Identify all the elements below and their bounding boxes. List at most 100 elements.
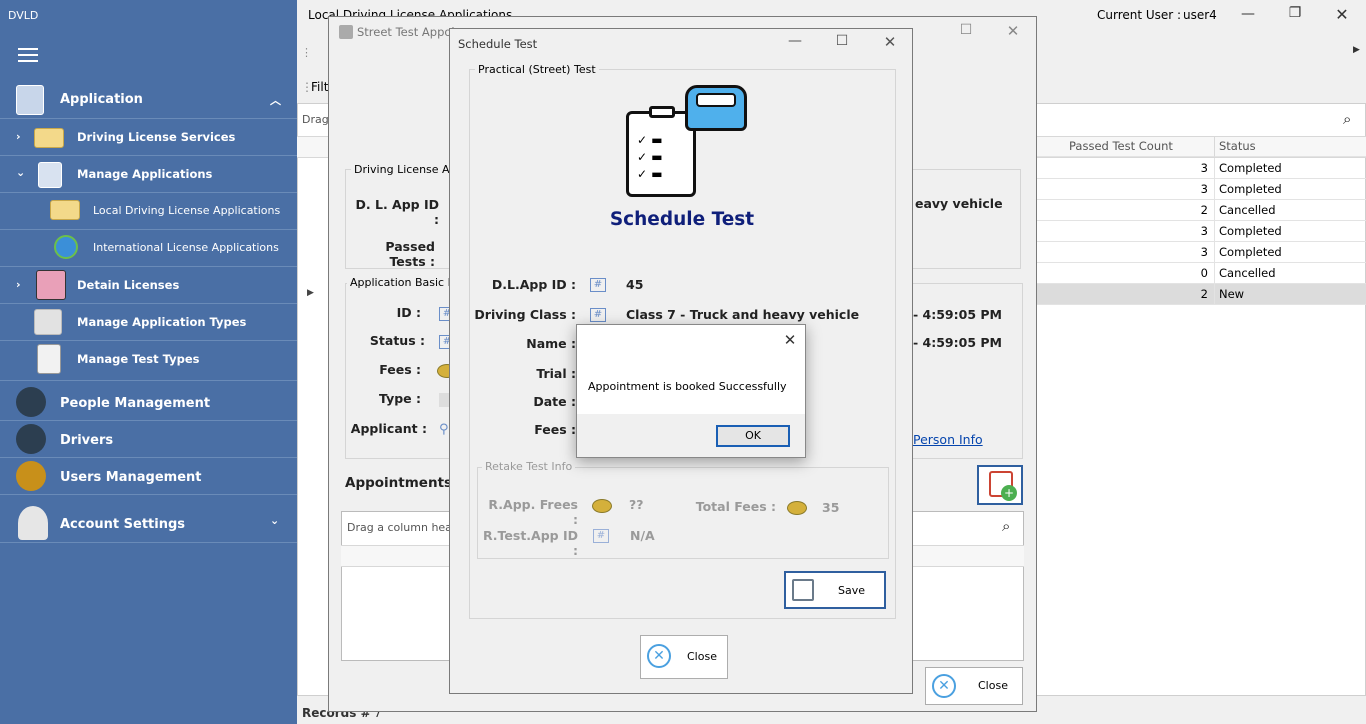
sidebar-section-account-settings[interactable]: Account Settings ⌄ (0, 504, 297, 542)
sidebar-section-people-management[interactable]: People Management (0, 385, 297, 419)
id-icon: # (590, 278, 606, 292)
sidebar-section-drivers[interactable]: Drivers (0, 422, 297, 456)
message-text: Appointment is booked Successfully (588, 380, 787, 393)
account-settings-icon (18, 506, 48, 540)
group-label: Retake Test Info (482, 460, 576, 473)
sidebar-item-manage-applications[interactable]: ⌄ Manage Applications (0, 157, 297, 192)
chevron-up-icon: ︿ (270, 94, 281, 107)
status-label: Status : (369, 333, 425, 348)
chevron-right-icon: › (16, 278, 21, 291)
sidebar-item-label: Manage Application Types (77, 315, 247, 329)
class-icon: # (590, 308, 606, 322)
sidebar-item-manage-application-types[interactable]: Manage Application Types (0, 305, 297, 340)
sidebar-item-detain-licenses[interactable]: › Detain Licenses (0, 268, 297, 303)
ok-button[interactable]: OK (716, 425, 790, 447)
sidebar-section-label: Application (60, 92, 143, 107)
plus-icon: + (1001, 485, 1017, 501)
window-icon (339, 25, 353, 39)
applications-icon (38, 162, 62, 188)
close-circle-icon: ✕ (647, 644, 671, 668)
close-button[interactable]: ✕ (778, 331, 802, 349)
table-cell-status[interactable]: Completed (1215, 158, 1366, 179)
scroll-right-icon[interactable]: ▶ (1353, 45, 1360, 55)
sidebar-section-application[interactable]: Application ︿ (0, 83, 297, 116)
test-checklist-icon (37, 344, 61, 374)
column-header-passed-test-count[interactable]: Passed Test Count (1037, 136, 1215, 157)
table-cell-passed-test-count[interactable]: 3 (1037, 221, 1215, 242)
table-cell-passed-test-count[interactable]: 3 (1037, 158, 1215, 179)
person-info-link[interactable]: Person Info (913, 432, 983, 447)
total-fees-value: 35 (822, 500, 840, 515)
app-title: DVLD (8, 9, 39, 22)
window-title: Street Test Appoi (357, 25, 455, 39)
table-cell-passed-test-count[interactable]: 0 (1037, 263, 1215, 284)
documents-icon (34, 309, 62, 335)
search-icon[interactable]: ⌕ (1002, 517, 1010, 535)
sidebar-section-label: Users Management (60, 470, 202, 485)
sidebar-section-label: Account Settings (60, 517, 186, 532)
close-button[interactable]: ✕ (1330, 5, 1354, 24)
current-user-value: user4 (1183, 8, 1217, 22)
table-cell-status[interactable]: Completed (1215, 221, 1366, 242)
divider (0, 340, 297, 341)
drivers-icon (16, 424, 46, 454)
money-icon (592, 499, 612, 513)
date-value-2: - 4:59:05 PM (913, 335, 1002, 350)
sidebar-item-local-driving-license-applications[interactable]: Local Driving License Applications (0, 194, 297, 229)
divider (0, 155, 297, 156)
minimize-button[interactable]: — (783, 33, 807, 49)
add-appointment-button[interactable]: + (977, 465, 1023, 505)
table-cell-passed-test-count[interactable]: 2 (1037, 284, 1215, 305)
restore-button[interactable]: ❐ (1283, 5, 1307, 21)
trial-label: Trial : (536, 366, 576, 381)
column-header-status[interactable]: Status (1215, 136, 1366, 157)
sidebar-item-international-license-applications[interactable]: International License Applications (0, 231, 297, 266)
divider (0, 380, 297, 381)
toolbar-grip-icon: ⋮ (301, 46, 312, 59)
message-box: ✕ Appointment is booked Successfully OK (576, 324, 806, 458)
table-cell-status[interactable]: Cancelled (1215, 263, 1366, 284)
users-icon (16, 461, 46, 491)
retake-test-app-id-label: R.Test.App ID : (482, 528, 578, 558)
button-label: Save (838, 584, 866, 597)
driving-class-value: Class 7 - Truck and heavy vehicle (626, 307, 860, 322)
close-button[interactable]: ✕ (878, 33, 902, 51)
table-cell-status[interactable]: New (1215, 284, 1366, 305)
close-window-button[interactable]: ✕ Close (925, 667, 1023, 705)
button-label: Close (687, 650, 717, 663)
total-fees-label: Total Fees : (695, 499, 776, 514)
table-cell-passed-test-count[interactable]: 2 (1037, 200, 1215, 221)
car-icon (685, 85, 747, 131)
close-window-button[interactable]: ✕ Close (640, 635, 728, 679)
sidebar-section-users-management[interactable]: Users Management (0, 459, 297, 493)
close-button[interactable]: ✕ (1001, 22, 1025, 40)
clipboard-clip (649, 106, 675, 118)
hamburger-menu-icon[interactable] (18, 48, 38, 62)
maximize-button[interactable]: ☐ (830, 33, 854, 49)
table-cell-status[interactable]: Cancelled (1215, 200, 1366, 221)
sidebar-section-label: Drivers (60, 433, 114, 448)
sidebar-item-manage-test-types[interactable]: Manage Test Types (0, 342, 297, 377)
divider (0, 457, 297, 458)
maximize-button[interactable]: ☐ (954, 22, 978, 38)
schedule-test-heading: Schedule Test (609, 209, 755, 230)
table-cell-passed-test-count[interactable]: 3 (1037, 242, 1215, 263)
minimize-button[interactable]: — (1236, 6, 1260, 22)
table-cell-status[interactable]: Completed (1215, 179, 1366, 200)
search-icon[interactable]: ⌕ (1343, 110, 1351, 128)
id-icon: # (593, 529, 609, 543)
id-label: ID : (396, 305, 421, 320)
table-cell-status[interactable]: Completed (1215, 242, 1366, 263)
people-icon (16, 387, 46, 417)
sidebar-item-label: Local Driving License Applications (93, 204, 281, 217)
divider (0, 229, 297, 230)
driving-class-label: Driving Class : (474, 307, 576, 322)
license-card-icon (34, 128, 64, 148)
table-cell-passed-test-count[interactable]: 3 (1037, 179, 1215, 200)
chevron-right-icon: › (16, 130, 21, 143)
applicant-label: Applicant : (350, 421, 427, 436)
name-label: Name : (526, 336, 576, 351)
save-button[interactable]: Save (784, 571, 886, 609)
retake-test-app-id-value: N/A (630, 528, 655, 543)
sidebar-item-driving-license-services[interactable]: › Driving License Services (0, 120, 297, 155)
